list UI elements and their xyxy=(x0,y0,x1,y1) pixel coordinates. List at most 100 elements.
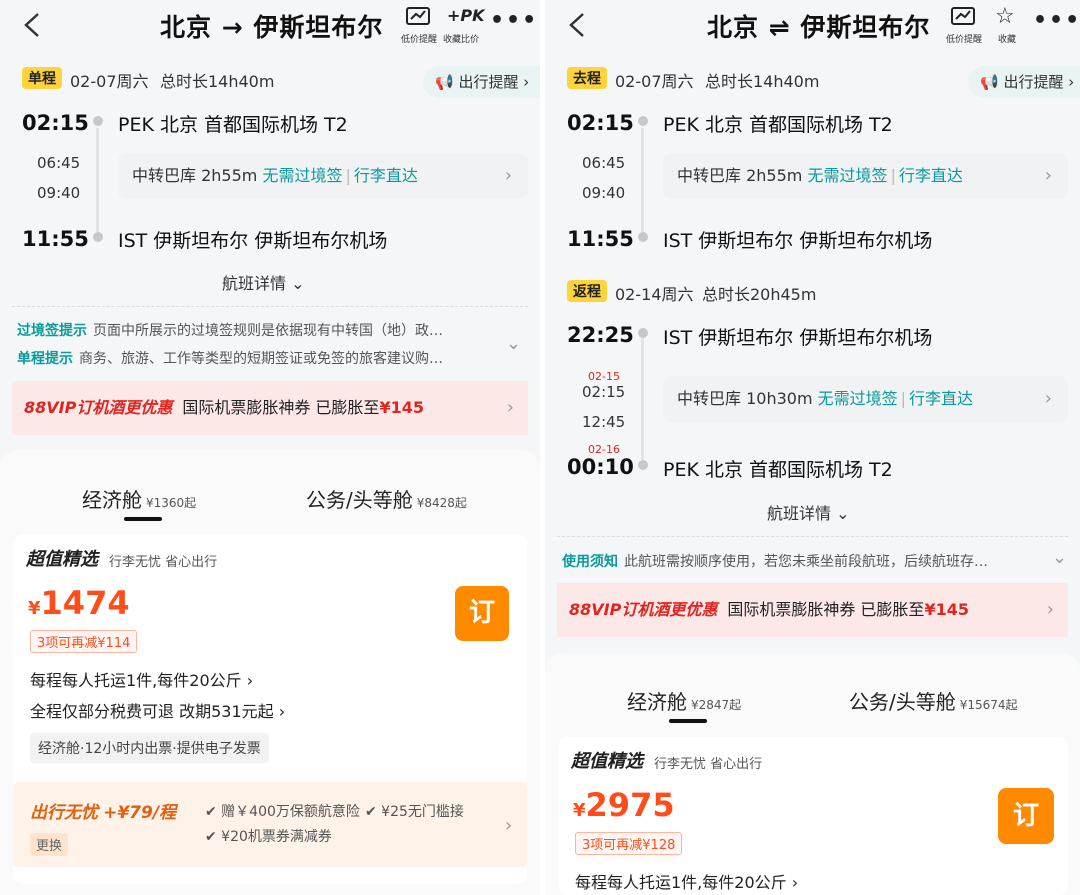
departure-time: 02:15 xyxy=(567,111,634,135)
tab-economy[interactable]: 经济舱 ¥1360起 xyxy=(82,484,196,513)
timeline xyxy=(96,128,99,232)
return-duration: 总时长20h45m xyxy=(702,285,817,304)
timeline xyxy=(641,338,644,460)
page-title: 北京 → 伊斯坦布尔 xyxy=(160,13,384,42)
chevron-right-icon: › xyxy=(1044,388,1052,409)
divider xyxy=(557,536,1068,537)
fare-price: ¥2975 xyxy=(573,786,675,824)
book-button[interactable]: 订 xyxy=(455,586,509,641)
travel-reminder[interactable]: 📢 出行提醒 › xyxy=(423,66,540,98)
round-trip-flight-panel: 北京 ⇌ 伊斯坦布尔 低价提醒 ☆ 收藏 ••• 去程 02-07周六 总时长1… xyxy=(545,0,1080,895)
compare-label: 收藏比价 xyxy=(442,35,479,45)
expand-notice-icon[interactable]: ⌄ xyxy=(1052,547,1067,568)
timeline-dot xyxy=(638,116,648,126)
luggage-direct-tag: 行李直达 xyxy=(353,166,418,185)
timeline xyxy=(641,128,644,232)
timeline-dot xyxy=(638,460,648,470)
departure-airport: PEK 北京 首都国际机场 T2 xyxy=(118,114,348,136)
page-title: 北京 ⇌ 伊斯坦布尔 xyxy=(707,13,931,42)
addon-title: 出行无忧 xyxy=(30,803,98,823)
chevron-right-icon: › xyxy=(505,815,513,836)
addon-item: ✔ ¥25无门槛接 xyxy=(365,804,464,820)
transfer-arrive-time: 06:45 xyxy=(582,154,626,172)
return-badge: 返程 xyxy=(567,280,607,302)
more-icon[interactable]: ••• xyxy=(1033,8,1080,33)
outbound-date: 02-07周六 xyxy=(615,72,694,91)
expand-tips-icon[interactable]: ⌄ xyxy=(506,333,521,354)
transfer-arrive-time: 06:45 xyxy=(37,154,81,172)
baggage-rule[interactable]: 每程每人托运1件,每件20公斤 › xyxy=(30,667,253,691)
card-title: 超值精选 xyxy=(571,751,643,772)
return-arrival-time: 00:10 xyxy=(567,455,634,479)
flight-details-toggle[interactable]: 航班详情 ⌄ xyxy=(767,500,850,524)
transfer-depart-time: 09:40 xyxy=(582,184,626,202)
trip-type-badge: 单程 xyxy=(22,67,62,89)
refund-rule[interactable]: 全程仅部分税费可退 改期531元起 › xyxy=(30,698,285,722)
star-icon[interactable]: ☆ xyxy=(995,4,1015,29)
megaphone-icon: 📢 xyxy=(435,73,454,91)
usage-notice[interactable]: 使用须知 此航班需按顺序使用，若您未乘坐前段航班，后续航班存… xyxy=(562,551,1042,571)
transfer-info[interactable]: 中转巴库 10h30m 无需过境签 | 行李直达 › xyxy=(663,376,1068,422)
fare-features: 经济舱·12小时内出票·提供电子发票 xyxy=(30,733,269,763)
card-subtitle: 行李无忧 省心出行 xyxy=(654,757,763,772)
tab-business[interactable]: 公务/头等舱 ¥15674起 xyxy=(849,686,1018,715)
megaphone-icon: 📢 xyxy=(980,73,999,91)
back-icon[interactable] xyxy=(567,12,589,38)
tab-economy[interactable]: 经济舱 ¥2847起 xyxy=(627,686,741,715)
timeline-dot xyxy=(638,328,648,338)
worry-free-addon[interactable] xyxy=(13,782,527,867)
outbound-badge: 去程 xyxy=(567,67,607,89)
one-way-flight-panel: 北京 → 伊斯坦布尔 低价提醒 +PK 收藏比价 ••• 单程 02-07周六 … xyxy=(0,0,540,895)
transfer-depart-time: 09:40 xyxy=(37,184,81,202)
transfer-info[interactable]: 中转巴库 2h55m 无需过境签 | 行李直达 › xyxy=(663,153,1068,199)
tab-active-indicator xyxy=(124,517,162,521)
book-button[interactable]: 订 xyxy=(998,788,1054,844)
card-title: 超值精选 xyxy=(26,549,98,570)
return-departure-time: 22:25 xyxy=(567,323,634,347)
addon-price: +¥79/程 xyxy=(103,803,177,823)
transit-visa-tip[interactable]: 过境签提示 页面中所展示的过境签规则是依据现有中转国（地）政… xyxy=(17,320,502,340)
addon-item: ✔ ¥20机票券满减券 xyxy=(205,829,332,845)
flight-details-toggle[interactable]: 航班详情 ⌄ xyxy=(222,270,305,294)
price-alert-icon[interactable] xyxy=(405,5,433,29)
transfer-arrive-time: 02:15 xyxy=(582,383,626,401)
trip-date: 02-07周六 xyxy=(70,72,149,91)
trip-duration: 总时长14h40m xyxy=(160,72,275,91)
luggage-direct-tag: 行李直达 xyxy=(898,166,963,185)
divider xyxy=(12,306,528,307)
discount-tag[interactable]: 3项可再减¥128 xyxy=(575,832,683,855)
baggage-rule[interactable]: 每程每人托运1件,每件20公斤 › xyxy=(575,869,798,893)
one-way-tip[interactable]: 单程提示 商务、旅游、工作等类型的短期签证或免签的旅客建议购… xyxy=(17,348,502,368)
back-icon[interactable] xyxy=(22,12,44,38)
arrival-airport: IST 伊斯坦布尔 伊斯坦布尔机场 xyxy=(118,230,388,252)
price-alert-icon[interactable] xyxy=(950,5,978,29)
return-arrival-airport: PEK 北京 首都国际机场 T2 xyxy=(663,459,893,481)
timeline-dot xyxy=(93,232,103,242)
tab-business[interactable]: 公务/头等舱 ¥8428起 xyxy=(306,484,467,513)
visa-free-tag: 无需过境签 xyxy=(817,389,898,408)
favorite-label: 收藏 xyxy=(997,35,1016,45)
tab-active-indicator xyxy=(669,719,707,723)
chevron-down-icon: ⌄ xyxy=(291,274,305,293)
transfer-depart-time: 12:45 xyxy=(582,413,626,431)
change-button[interactable]: 更换 xyxy=(30,833,69,856)
timeline-dot xyxy=(93,116,103,126)
travel-reminder[interactable]: 📢 出行提醒 › xyxy=(968,66,1080,98)
card-subtitle: 行李无忧 省心出行 xyxy=(109,555,218,570)
arrival-time: 11:55 xyxy=(567,227,634,251)
return-date: 02-14周六 xyxy=(615,285,694,304)
addon-item: ✔ 赠￥400万保额航意险 xyxy=(205,804,360,820)
chevron-right-icon: › xyxy=(1044,165,1052,186)
discount-tag[interactable]: 3项可再减¥114 xyxy=(30,630,138,653)
more-icon[interactable]: ••• xyxy=(490,8,538,33)
vip-promo-banner[interactable]: 88VIP订机酒更优惠 国际机票膨胀神券 已膨胀至¥145 › xyxy=(12,381,528,435)
visa-free-tag: 无需过境签 xyxy=(262,166,343,185)
return-departure-airport: IST 伊斯坦布尔 伊斯坦布尔机场 xyxy=(663,327,933,349)
vip-promo-banner[interactable]: 88VIP订机酒更优惠 国际机票膨胀神券 已膨胀至¥145 › xyxy=(557,583,1068,637)
price-alert-label: 低价提醒 xyxy=(945,35,982,45)
transfer-info[interactable]: 中转巴库 2h55m 无需过境签 | 行李直达 › xyxy=(118,153,528,199)
arrival-time: 11:55 xyxy=(22,227,89,251)
pk-icon[interactable]: +PK xyxy=(447,6,485,25)
visa-free-tag: 无需过境签 xyxy=(807,166,888,185)
chevron-right-icon: › xyxy=(504,165,512,186)
